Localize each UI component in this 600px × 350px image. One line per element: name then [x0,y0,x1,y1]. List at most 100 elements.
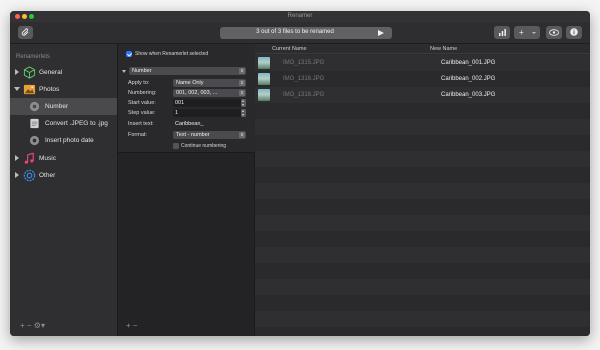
start-value-text: 001 [175,100,185,106]
insert-text-label: Insert text: [128,121,154,127]
sidebar-header: Renamerlets [16,54,51,60]
insert-text-value: Caribbean_ [175,121,204,127]
toolbar: 3 out of 3 files to be renamed + [10,22,590,44]
list-stripe [255,231,590,247]
sidebar-item-label: Convert .JPEG to .jpg [45,120,108,127]
photo-thumbnail [258,57,270,69]
info-button[interactable] [566,26,582,39]
new-name-cell: Caribbean_003.JPG [441,92,496,98]
music-note-icon [24,152,34,164]
start-value-field[interactable]: 001 [173,99,246,107]
window-title: Renamer [287,13,313,19]
format-label: Format: [128,132,147,138]
eye-icon [549,29,559,36]
start-value-stepper[interactable] [241,99,246,107]
list-stripe [255,151,590,167]
continue-numbering-checkbox[interactable] [173,143,179,149]
disclosure-collapsed-icon[interactable] [15,69,19,75]
rename-status-text: 3 out of 3 files to be renamed [256,29,334,35]
numbering-label: Numbering: [128,90,157,96]
cube-icon [23,66,36,79]
paperclip-icon [21,28,29,36]
add-button[interactable]: + [514,26,540,39]
numbering-popup[interactable]: 001, 002, 003, ... ⇕ [173,89,246,97]
sidebar-footer-controls[interactable]: + − ⚙▾ [20,321,45,330]
start-value-label: Start value: [128,100,156,106]
current-name-cell: IMG_1318.JPG [283,92,325,98]
gear-icon [23,169,36,182]
sidebar-item-label: Music [39,155,56,162]
apply-to-popup[interactable]: Name Only ⇕ [173,79,246,87]
sidebar-item-label: Insert photo date [45,137,94,144]
list-stripe [255,263,590,279]
format-popup[interactable]: Text - number ⇕ [173,131,246,139]
apply-to-label: Apply to: [128,80,150,86]
insert-text-field[interactable]: Caribbean_ [173,120,246,128]
list-stripe [255,279,590,295]
title-bar: Renamer [10,11,590,22]
sidebar-item-insert-photo-date[interactable]: Insert photo date [10,132,117,149]
disclosure-expanded-icon[interactable] [14,87,20,91]
sidebar-item-label: Photos [39,86,60,93]
sidebar-item-number[interactable]: Number [10,98,117,115]
apply-to-value: Name Only [176,80,204,86]
chevron-down-icon [532,32,536,34]
disclosure-expanded-icon[interactable] [122,70,126,73]
table-row[interactable]: IMG_1315.JPG Caribbean_001.JPG [255,55,590,71]
new-name-cell: Caribbean_001.JPG [441,60,496,66]
play-icon[interactable] [378,30,384,36]
disclosure-collapsed-icon[interactable] [15,172,19,178]
up-down-arrows-icon: ⇕ [239,68,245,74]
list-stripe [255,295,590,311]
list-stripe [255,119,590,135]
step-value-field[interactable]: 1 [173,109,246,117]
show-when-selected-checkbox[interactable] [126,51,132,57]
gear-icon [29,135,40,146]
paperclip-button[interactable] [18,26,33,39]
status-bar: 3 out of 3 files to be renamed [220,27,392,39]
table-row[interactable]: IMG_1318.JPG Caribbean_003.JPG [255,87,590,103]
file-list-header: Current Name New Name [255,44,590,54]
add-label: + [519,28,524,37]
photos-icon [23,84,36,95]
photo-thumbnail [258,73,270,85]
column-header-new-name[interactable]: New Name [430,46,457,52]
step-value-text: 1 [175,110,179,116]
list-stripe [255,103,590,119]
info-icon [570,28,578,36]
format-value: Text - number [176,132,210,138]
show-when-selected-label: Show when Renamerlet selected [135,51,209,57]
renamerlet-type-popup[interactable]: Number ⇕ [129,67,246,75]
gear-icon [29,101,40,112]
photo-thumbnail [258,89,270,101]
list-stripe [255,327,590,336]
up-down-arrows-icon: ⇕ [239,132,245,138]
preview-button[interactable] [546,26,562,39]
statistics-button[interactable] [494,26,510,39]
bar-chart-icon [498,29,506,36]
up-down-arrows-icon: ⇕ [239,90,245,96]
current-name-cell: IMG_1316.JPG [283,76,325,82]
step-value-stepper[interactable] [241,109,246,117]
list-stripe [255,215,590,231]
numbering-value: 001, 002, 003, ... [176,90,218,96]
list-stripe [255,135,590,151]
list-stripe [255,311,590,327]
options-content: Show when Renamerlet selected Number ⇕ A… [118,44,255,153]
renamerlets-sidebar: Renamerlets General Photos Number Conver… [10,44,118,336]
sidebar-item-label: General [39,69,63,76]
sidebar-item-label: Other [39,172,56,179]
column-header-current-name[interactable]: Current Name [272,46,307,52]
sidebar-item-photos[interactable]: Photos [10,81,117,98]
renamerlet-options-panel: Show when Renamerlet selected Number ⇕ A… [118,44,255,336]
sidebar-item-general[interactable]: General [10,64,117,81]
table-row[interactable]: IMG_1316.JPG Caribbean_002.JPG [255,71,590,87]
sidebar-item-convert-jpeg[interactable]: Convert .JPEG to .jpg [10,115,117,132]
sidebar-item-music[interactable]: Music [10,150,117,167]
sidebar-item-other[interactable]: Other [10,167,117,184]
disclosure-collapsed-icon[interactable] [15,155,19,161]
file-list: Current Name New Name IMG_1315.JPG Carib… [255,44,590,336]
list-stripe [255,199,590,215]
options-footer-controls[interactable]: + − [126,321,138,330]
list-stripe [255,167,590,183]
